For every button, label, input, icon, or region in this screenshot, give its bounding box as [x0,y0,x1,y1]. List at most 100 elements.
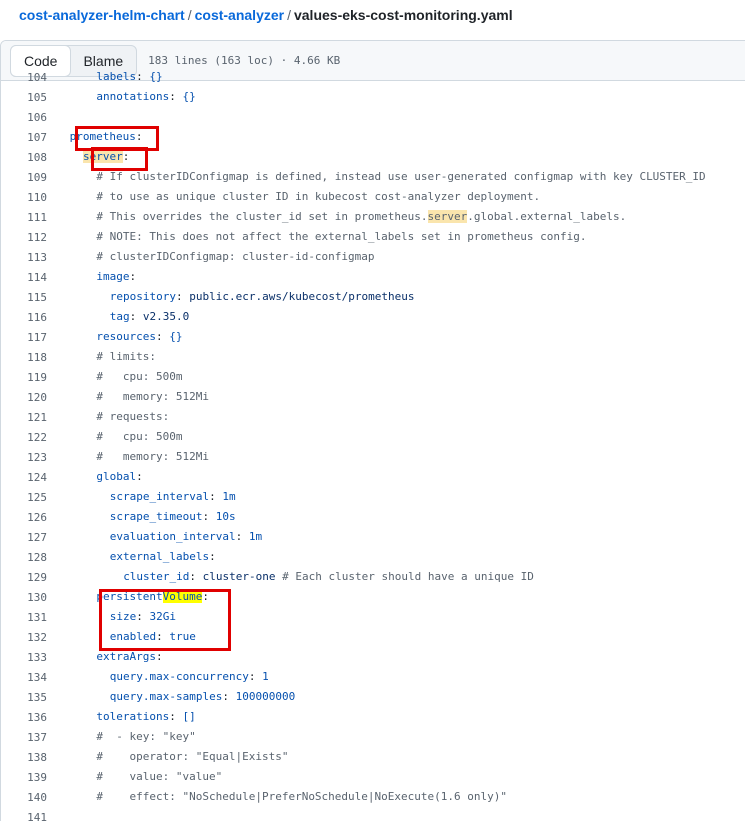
breadcrumb-folder-link[interactable]: cost-analyzer [195,7,284,23]
code-line: 110 # to use as unique cluster ID in kube… [0,187,745,207]
line-number[interactable]: 106 [0,111,47,124]
code-line: 111 # This overrides the cluster_id set i… [0,207,745,227]
code-line-text: # clusterIDConfigmap: cluster-id-configm… [96,250,375,263]
code-line-text: labels: {} [96,70,163,83]
line-number[interactable]: 104 [0,71,47,84]
code-line: 124 global: [0,467,745,487]
line-number[interactable]: 113 [0,251,47,264]
line-number[interactable]: 112 [0,231,47,244]
code-line-text: image: [96,270,137,283]
code-line-text: query.max-samples: 100000000 [109,690,296,703]
line-number[interactable]: 114 [0,271,47,284]
code-line-text: external_labels: [109,550,216,563]
code-line: 126 scrape_timeout: 10s [0,507,745,527]
code-line-text: # value: "value" [96,770,223,783]
code-line: 129 cluster_id: cluster-one # Each cluste… [0,567,745,587]
code-line: 128 external_labels: [0,547,745,567]
line-number[interactable]: 138 [0,751,47,764]
code-line: 114 image: [0,267,745,287]
line-number[interactable]: 109 [0,171,47,184]
code-line: 127 evaluation_interval: 1m [0,527,745,547]
line-number[interactable]: 136 [0,711,47,724]
code-line: 134 query.max-concurrency: 1 [0,667,745,687]
code-line: 104 labels: {} [0,67,745,87]
breadcrumb: cost-analyzer-helm-chart / cost-analyzer / v… [19,5,513,25]
line-number[interactable]: 133 [0,651,47,664]
line-number[interactable]: 139 [0,771,47,784]
line-number[interactable]: 118 [0,351,47,364]
code-line-text: cluster_id: cluster-one # Each cluster s… [123,570,534,583]
code-line-text: tag: v2.35.0 [109,310,190,323]
line-number[interactable]: 119 [0,371,47,384]
code-line: 141 [0,807,745,821]
line-number[interactable]: 115 [0,291,47,304]
line-number[interactable]: 131 [0,611,47,624]
code-line-text: # requests: [96,410,170,423]
code-line-text: # NOTE: This does not affect the externa… [96,230,587,243]
code-line: 137 # - key: "key" [0,727,745,747]
line-number[interactable]: 107 [0,131,47,144]
breadcrumb-separator: / [187,7,192,23]
code-line: 106 [0,107,745,127]
code-line-text: server: [83,150,130,163]
code-line: 107 prometheus: [0,127,745,147]
line-number[interactable]: 140 [0,791,47,804]
code-line-text: # to use as unique cluster ID in kubecos… [96,190,541,203]
code-line: 140 # effect: "NoSchedule|PreferNoSchedul… [0,787,745,807]
code-line-text: # effect: "NoSchedule|PreferNoSchedule|N… [96,790,507,803]
code-line-text: # If clusterIDConfigmap is defined, inst… [96,170,706,183]
line-number[interactable]: 116 [0,311,47,324]
line-number[interactable]: 129 [0,571,47,584]
line-number[interactable]: 108 [0,151,47,164]
line-number[interactable]: 132 [0,631,47,644]
line-number[interactable]: 105 [0,91,47,104]
code-line: 117 resources: {} [0,327,745,347]
code-line: 136 tolerations: [] [0,707,745,727]
code-line-text: enabled: true [109,630,196,643]
line-number[interactable]: 123 [0,451,47,464]
line-number[interactable]: 125 [0,491,47,504]
code-line-text: # memory: 512Mi [96,390,209,403]
line-number[interactable]: 117 [0,331,47,344]
code-line: 132 enabled: true [0,627,745,647]
line-number[interactable]: 134 [0,671,47,684]
code-line: 120 # memory: 512Mi [0,387,745,407]
line-number[interactable]: 120 [0,391,47,404]
line-number[interactable]: 135 [0,691,47,704]
code-line-text: global: [96,470,143,483]
line-number[interactable]: 127 [0,531,47,544]
code-line: 121 # requests: [0,407,745,427]
code-line-text: # This overrides the cluster_id set in p… [96,210,627,223]
code-line-text: scrape_interval: 1m [109,490,236,503]
line-number[interactable]: 130 [0,591,47,604]
line-number[interactable]: 128 [0,551,47,564]
line-number[interactable]: 110 [0,191,47,204]
code-line: 135 query.max-samples: 100000000 [0,687,745,707]
code-line-text: # limits: [96,350,156,363]
code-line: 113 # clusterIDConfigmap: cluster-id-conf… [0,247,745,267]
line-number[interactable]: 141 [0,811,47,821]
code-line: 123 # memory: 512Mi [0,447,745,467]
code-line-text: query.max-concurrency: 1 [109,670,269,683]
code-line-text: # cpu: 500m [96,430,183,443]
line-number[interactable]: 126 [0,511,47,524]
line-number[interactable]: 121 [0,411,47,424]
line-number[interactable]: 122 [0,431,47,444]
code-line: 139 # value: "value" [0,767,745,787]
code-line-text: repository: public.ecr.aws/kubecost/prom… [109,290,415,303]
code-line: 125 scrape_interval: 1m [0,487,745,507]
code-line: 138 # operator: "Equal|Exists" [0,747,745,767]
code-line: 115 repository: public.ecr.aws/kubecost/p… [0,287,745,307]
line-number[interactable]: 137 [0,731,47,744]
code-line: 131 size: 32Gi [0,607,745,627]
code-line-text: # cpu: 500m [96,370,183,383]
code-line: 105 annotations: {} [0,87,745,107]
code-line-text: extraArgs: [96,650,163,663]
code-line: 122 # cpu: 500m [0,427,745,447]
breadcrumb-separator: / [287,7,291,23]
breadcrumb-current-file: values-eks-cost-monitoring.yaml [293,7,513,23]
code-line-text: resources: {} [96,330,183,343]
line-number[interactable]: 111 [0,211,47,224]
breadcrumb-repo-link[interactable]: cost-analyzer-helm-chart [19,7,185,23]
line-number[interactable]: 124 [0,471,47,484]
